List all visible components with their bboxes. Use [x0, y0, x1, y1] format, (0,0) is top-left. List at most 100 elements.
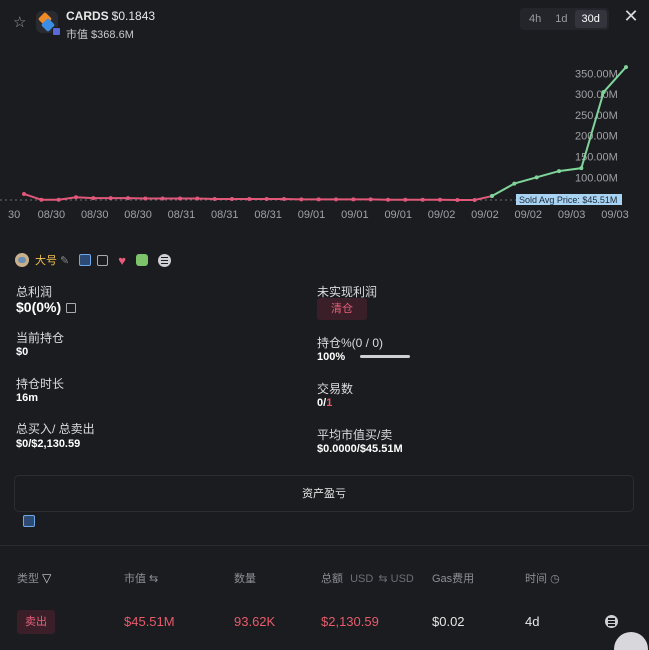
series-pink-point: [438, 197, 442, 202]
series-pink-point: [351, 197, 356, 202]
token-symbol: CARDS: [66, 9, 109, 23]
series-pink-point: [126, 196, 130, 201]
series-green-point: [512, 181, 517, 186]
x-tick-label: 08/31: [254, 209, 282, 221]
frog-icon[interactable]: [135, 254, 148, 266]
x-tick-label: 09/03: [601, 209, 629, 221]
timeframe-30d[interactable]: 30d: [574, 10, 607, 28]
token-title: CARDS $0.1843: [66, 9, 155, 23]
x-tick-label: 30: [8, 209, 20, 221]
series-green-point: [601, 90, 606, 95]
series-pink-point: [108, 196, 113, 201]
series-pink-point: [22, 191, 26, 196]
col-type-label: 类型: [17, 573, 39, 585]
token-logo: [36, 11, 61, 36]
sold-avg-price-label: Sold Avg Price: $45.51M: [516, 194, 622, 205]
row-mcap: $45.51M: [124, 614, 175, 629]
trades-value: 0/1: [317, 397, 332, 409]
external-link-icon[interactable]: [66, 303, 77, 313]
holding-pct-label: 持仓%(0 / 0): [317, 336, 384, 350]
nickname[interactable]: 大号: [35, 252, 57, 268]
buy-sell-label: 总买入/ 总卖出: [16, 422, 95, 436]
avatar[interactable]: [15, 253, 29, 267]
total-profit-label: 总利润: [16, 285, 53, 299]
row-amount: 93.62K: [234, 614, 276, 629]
type-badge-sell: 卖出: [17, 610, 55, 634]
series-pink-point: [39, 197, 44, 202]
x-tick-label: 09/03: [558, 209, 586, 221]
edit-icon[interactable]: ✎: [60, 254, 69, 267]
x-tick-label: 09/02: [471, 209, 499, 221]
col-time-label: 时间: [525, 573, 547, 585]
floating-action-button[interactable]: [614, 632, 648, 650]
row-time: 4d: [525, 614, 540, 629]
y-tick-label: 350.00M: [575, 68, 618, 80]
series-green-point: [557, 169, 561, 174]
clock-icon[interactable]: ◷: [550, 573, 560, 585]
divider: [0, 545, 649, 546]
col-mcap[interactable]: 市值 ⇆: [124, 570, 158, 586]
col-type[interactable]: 类型 ▽: [17, 570, 51, 586]
series-pink-point: [299, 197, 304, 202]
series-pink-point: [386, 197, 390, 202]
series-pink-point: [56, 197, 61, 202]
buy-sell-value: $0/$2,130.59: [16, 438, 81, 450]
holding-pct-bar: [360, 355, 410, 358]
clear-position-button[interactable]: 清仓: [317, 298, 367, 320]
y-tick-label: 200.00M: [575, 131, 618, 143]
row-menu-icon[interactable]: [605, 615, 618, 628]
y-tick-label: 150.00M: [575, 152, 618, 164]
swap-icon[interactable]: ⇆: [378, 573, 387, 585]
chain-badge-icon: [52, 27, 61, 36]
holding-value: $0: [16, 346, 29, 358]
series-pink-point: [212, 196, 217, 201]
avg-mcap-label: 平均市值买/卖: [317, 428, 393, 442]
x-tick-label: 08/30: [81, 209, 109, 221]
duration-label: 持仓时长: [16, 377, 65, 391]
pnl-button[interactable]: 资产盈亏: [14, 475, 634, 512]
series-pink-point: [195, 196, 200, 201]
series-pink-point: [264, 196, 269, 201]
row-gas: $0.02: [432, 614, 465, 629]
series-pink-point: [74, 195, 78, 200]
avg-mcap-value: $0.0000/$45.51M: [317, 443, 403, 455]
total-profit-value: $0(0%): [16, 299, 77, 315]
series-pink-point: [368, 197, 373, 202]
copy-icon[interactable]: [97, 254, 109, 266]
square-icon[interactable]: [23, 515, 35, 527]
x-tick-label: 09/01: [341, 209, 369, 221]
x-tick-label: 08/31: [211, 209, 239, 221]
x-tick-label: 08/31: [168, 209, 196, 221]
menu-icon[interactable]: [157, 253, 171, 267]
row-total: $2,130.59: [321, 614, 379, 629]
col-total-usd-alt[interactable]: USD: [391, 573, 414, 585]
series-pink-point: [403, 197, 408, 202]
col-gas: Gas费用: [432, 573, 475, 585]
token-price: $0.1843: [111, 9, 156, 23]
duration-value: 16m: [16, 392, 39, 404]
x-tick-label: 09/01: [298, 209, 326, 221]
series-green-point: [624, 65, 628, 70]
timeframe-selector: 4h 1d 30d: [520, 8, 609, 30]
profile-row: 大号 ✎ ♥: [15, 253, 177, 267]
timeframe-1d[interactable]: 1d: [548, 10, 574, 28]
market-cap-chart: 350.00M300.00M250.00M200.00M150.00M100.0…: [0, 65, 629, 221]
trades-buy: 0/: [317, 397, 327, 409]
series-green-point: [579, 166, 584, 171]
holding-label: 当前持仓: [16, 331, 65, 345]
col-total-usd[interactable]: USD: [350, 573, 373, 585]
series-pink-point: [230, 196, 234, 201]
col-total: 总额 USD ⇆ USD: [321, 570, 414, 586]
series-pink-point: [282, 196, 286, 201]
timeframe-4h[interactable]: 4h: [522, 10, 548, 28]
star-icon[interactable]: ☆: [13, 15, 29, 31]
series-pink-point: [472, 198, 477, 202]
heart-icon[interactable]: ♥: [118, 254, 126, 267]
series-pink-point: [316, 197, 321, 202]
filter-icon[interactable]: ▽: [42, 571, 51, 585]
x-tick-label: 09/02: [515, 209, 543, 221]
close-icon[interactable]: ✕: [622, 7, 640, 25]
square-icon[interactable]: [79, 254, 92, 266]
col-total-label: 总额: [321, 573, 343, 585]
trades-label: 交易数: [317, 382, 354, 396]
